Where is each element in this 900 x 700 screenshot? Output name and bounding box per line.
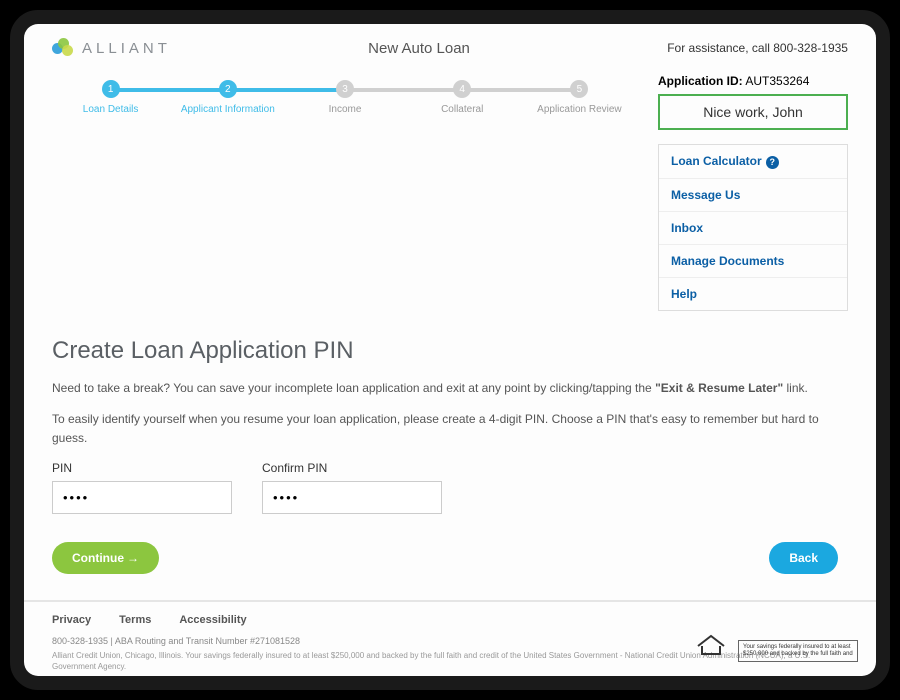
sidebar-links: Loan Calculator? Message Us Inbox Manage… [658,144,848,311]
footer-meta: 800-328-1935 | ABA Routing and Transit N… [52,636,848,646]
back-button[interactable]: Back [769,542,838,574]
arrow-right-icon: → [127,551,139,565]
continue-button[interactable]: Continue→ [52,542,159,574]
brand-name: ALLIANT [82,40,171,57]
privacy-link[interactable]: Privacy [52,614,91,626]
step-income: 3 Income [286,80,403,115]
pin-input[interactable] [52,481,232,514]
assistance-text: For assistance, call 800-328-1935 [667,41,848,55]
intro-paragraph-1: Need to take a break? You can save your … [52,379,848,398]
equal-housing-icon [696,634,726,656]
step-loan-details[interactable]: 1 Loan Details [52,80,169,115]
pin-label: PIN [52,461,232,475]
ncua-insured-box: Your savings federally insured to at lea… [738,640,858,662]
accessibility-link[interactable]: Accessibility [179,614,246,626]
message-us-link[interactable]: Message Us [659,179,847,212]
step-collateral: 4 Collateral [404,80,521,115]
help-icon: ? [766,156,779,169]
status-badge: Nice work, John [658,94,848,130]
footer: Privacy Terms Accessibility 800-328-1935… [24,600,876,676]
manage-documents-link[interactable]: Manage Documents [659,245,847,278]
page-title: New Auto Loan [368,40,470,57]
content-heading: Create Loan Application PIN [52,337,848,365]
application-id: Application ID: AUT353264 [658,74,848,88]
loan-calculator-link[interactable]: Loan Calculator? [659,145,847,179]
confirm-pin-input[interactable] [262,481,442,514]
sidebar: Application ID: AUT353264 Nice work, Joh… [658,74,848,311]
brand-logo: ALLIANT [52,38,171,58]
logo-icon [52,38,74,58]
terms-link[interactable]: Terms [119,614,151,626]
step-review: 5 Application Review [521,80,638,115]
header: ALLIANT New Auto Loan For assistance, ca… [24,24,876,68]
help-link[interactable]: Help [659,278,847,310]
main-content: Create Loan Application PIN Need to take… [52,321,848,600]
confirm-pin-label: Confirm PIN [262,461,442,475]
footer-disclaimer: Alliant Credit Union, Chicago, Illinois.… [52,650,848,672]
intro-paragraph-2: To easily identify yourself when you res… [52,410,848,448]
progress-steps: 1 Loan Details 2 Applicant Information 3… [52,74,638,115]
inbox-link[interactable]: Inbox [659,212,847,245]
step-applicant-info[interactable]: 2 Applicant Information [169,80,286,115]
